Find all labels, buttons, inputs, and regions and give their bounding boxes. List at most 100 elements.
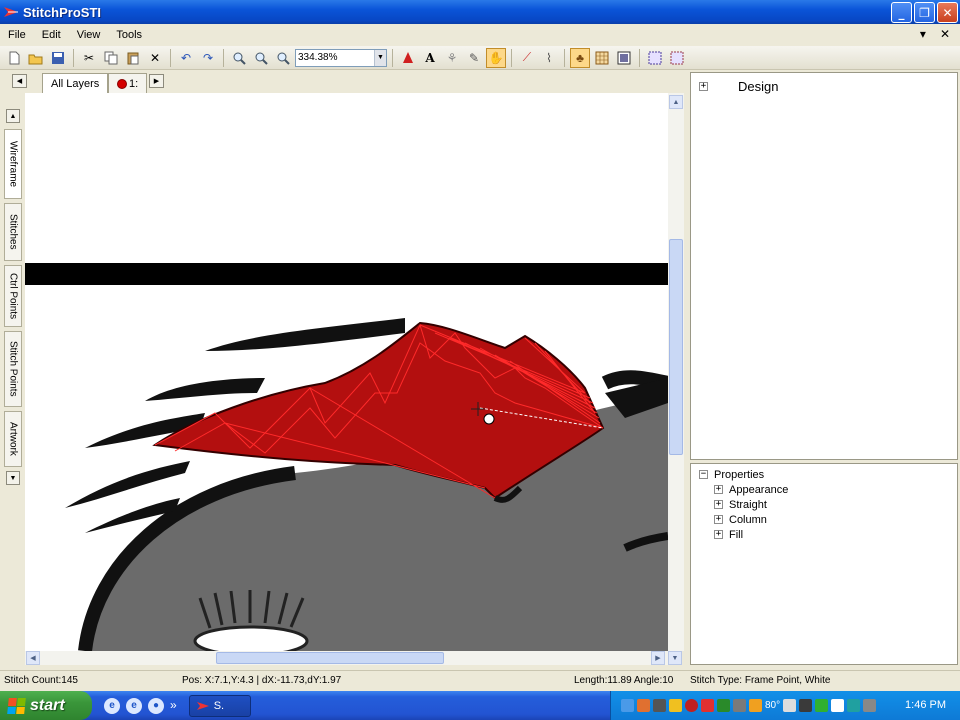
tree-node-straight[interactable]: + Straight [714, 497, 957, 512]
canvas-horizontal-scrollbar[interactable]: ◀ ▶ ▼ [25, 651, 682, 665]
horizontal-scroll-thumb[interactable] [216, 652, 444, 664]
tab-all-layers[interactable]: All Layers [42, 73, 109, 93]
browser-icon[interactable]: e [126, 697, 142, 714]
tray-antivirus-icon[interactable] [701, 699, 714, 712]
paste-icon[interactable] [123, 48, 143, 68]
tree-label-design: Design [738, 78, 779, 94]
tray-green-icon[interactable] [717, 699, 730, 712]
view-a-icon[interactable]: ♣ [570, 47, 590, 68]
zoom-select[interactable]: 334.38% ▼ [295, 48, 387, 67]
canvas-vertical-scrollbar[interactable]: ▲ [668, 93, 684, 651]
tray-device-icon[interactable] [653, 699, 666, 712]
tray-volume-icon[interactable] [799, 699, 813, 712]
tray-app-icon[interactable] [637, 699, 650, 712]
design-drawing[interactable] [25, 93, 668, 651]
color-icon[interactable] [398, 48, 418, 68]
cut-icon[interactable]: ✂ [79, 48, 99, 68]
view-c-icon[interactable] [614, 48, 634, 68]
tab-scroll-right-icon[interactable]: ▶ [149, 74, 164, 88]
main-toolbar: ✂ ✕ ↶ ↷ 334.38% ▼ A ⚘ ✎ ✋ ⟋ ⌇ ♣ [0, 46, 960, 70]
expand-icon[interactable]: + [699, 81, 708, 91]
mdi-close-icon[interactable]: ✕ [940, 27, 950, 41]
zoom-out-icon[interactable] [251, 48, 271, 68]
tray-security-icon[interactable] [685, 699, 698, 712]
menu-bar: File Edit View Tools ▾ ✕ [0, 24, 960, 46]
new-icon[interactable] [4, 48, 24, 68]
tree-label-straight: Straight [729, 498, 767, 511]
expand-icon[interactable]: + [714, 500, 723, 509]
tray-doc-icon[interactable] [831, 699, 845, 712]
scroll-up-icon[interactable]: ▲ [669, 95, 683, 109]
tab-stitches[interactable]: Stitches [4, 203, 22, 261]
zoom-fit-icon[interactable] [273, 48, 293, 68]
menu-file[interactable]: File [0, 29, 34, 41]
redo-icon[interactable]: ↷ [198, 48, 218, 68]
collapse-icon[interactable]: − [699, 470, 708, 479]
tab-artwork[interactable]: Artwork [4, 411, 22, 467]
tool-c-icon[interactable]: ✋ [486, 47, 506, 68]
text-icon[interactable]: A [420, 48, 440, 68]
ie-icon[interactable]: e [104, 697, 120, 714]
taskbar-app-button[interactable]: S. [188, 694, 251, 717]
side-tab-up-icon[interactable]: ▲ [6, 109, 20, 123]
tray-settings-icon[interactable] [783, 699, 797, 712]
tab-stitch-points[interactable]: Stitch Points [4, 331, 22, 407]
tree-node-appearance[interactable]: + Appearance [714, 482, 957, 497]
tab-scroll-left-icon[interactable]: ◀ [12, 74, 27, 88]
design-tree-panel: + Design [690, 72, 958, 460]
app-icon [4, 7, 18, 17]
undo-icon[interactable]: ↶ [176, 48, 196, 68]
menu-edit[interactable]: Edit [34, 29, 69, 41]
tray-sync-icon[interactable] [847, 699, 861, 712]
tree-node-column[interactable]: + Column [714, 512, 957, 527]
expand-icon[interactable]: + [714, 485, 723, 494]
tray-update-icon[interactable] [815, 699, 829, 712]
scroll-down-icon[interactable]: ▼ [668, 651, 682, 665]
view-b-icon[interactable] [592, 48, 612, 68]
menu-tools[interactable]: Tools [108, 29, 150, 41]
tray-weather-icon[interactable] [749, 699, 762, 712]
grid-a-icon[interactable] [645, 48, 665, 68]
application-window: StitchProSTI _ ❐ ✕ File Edit View Tools … [0, 0, 960, 720]
vertical-scroll-thumb[interactable] [669, 239, 683, 455]
tray-clock[interactable]: 1:46 PM [905, 699, 946, 711]
tray-alert-icon[interactable] [669, 699, 682, 712]
title-bar[interactable]: StitchProSTI _ ❐ ✕ [0, 0, 960, 24]
start-button[interactable]: start [0, 691, 92, 720]
expand-icon[interactable]: + [714, 515, 723, 524]
expand-icon[interactable]: + [714, 530, 723, 539]
chevron-down-icon[interactable]: ▼ [374, 49, 386, 66]
save-icon[interactable] [48, 48, 68, 68]
tab-wireframe[interactable]: Wireframe [4, 129, 22, 199]
maximize-button[interactable]: ❐ [914, 2, 935, 23]
tray-network-icon[interactable] [621, 699, 634, 712]
close-button[interactable]: ✕ [937, 2, 958, 23]
copy-icon[interactable] [101, 48, 121, 68]
tab-ctrl-points[interactable]: Ctrl Points [4, 265, 22, 327]
tool-b-icon[interactable]: ✎ [464, 48, 484, 68]
media-icon[interactable]: ● [148, 697, 164, 714]
tool-a-icon[interactable]: ⚘ [442, 48, 462, 68]
tree-node-properties[interactable]: − Properties [699, 467, 957, 482]
node-icon[interactable]: ⌇ [539, 48, 559, 68]
menu-view[interactable]: View [69, 29, 109, 41]
delete-icon[interactable]: ✕ [145, 48, 165, 68]
tree-node-design[interactable]: + Design [699, 77, 957, 95]
tree-node-fill[interactable]: + Fill [714, 527, 957, 542]
tab-layer-1[interactable]: 1: [108, 73, 148, 93]
design-canvas[interactable] [25, 93, 668, 651]
quick-launch-more-icon[interactable]: » [170, 698, 177, 714]
grid-b-icon[interactable] [667, 48, 687, 68]
minimize-button[interactable]: _ [891, 2, 912, 23]
scroll-right-icon[interactable]: ▶ [651, 651, 665, 665]
open-icon[interactable] [26, 48, 46, 68]
side-tab-down-icon[interactable]: ▼ [6, 471, 20, 485]
tray-usb-icon[interactable] [863, 699, 877, 712]
line-icon[interactable]: ⟋ [517, 48, 537, 68]
tray-monitor-icon[interactable] [733, 699, 746, 712]
scroll-left-icon[interactable]: ◀ [26, 651, 40, 665]
status-stitch-type: Stitch Type: Frame Point, White [690, 675, 831, 686]
mdi-menu-dropdown-icon[interactable]: ▾ [920, 27, 926, 41]
zoom-in-icon[interactable] [229, 48, 249, 68]
status-stitch-count: Stitch Count:145 [4, 675, 78, 686]
